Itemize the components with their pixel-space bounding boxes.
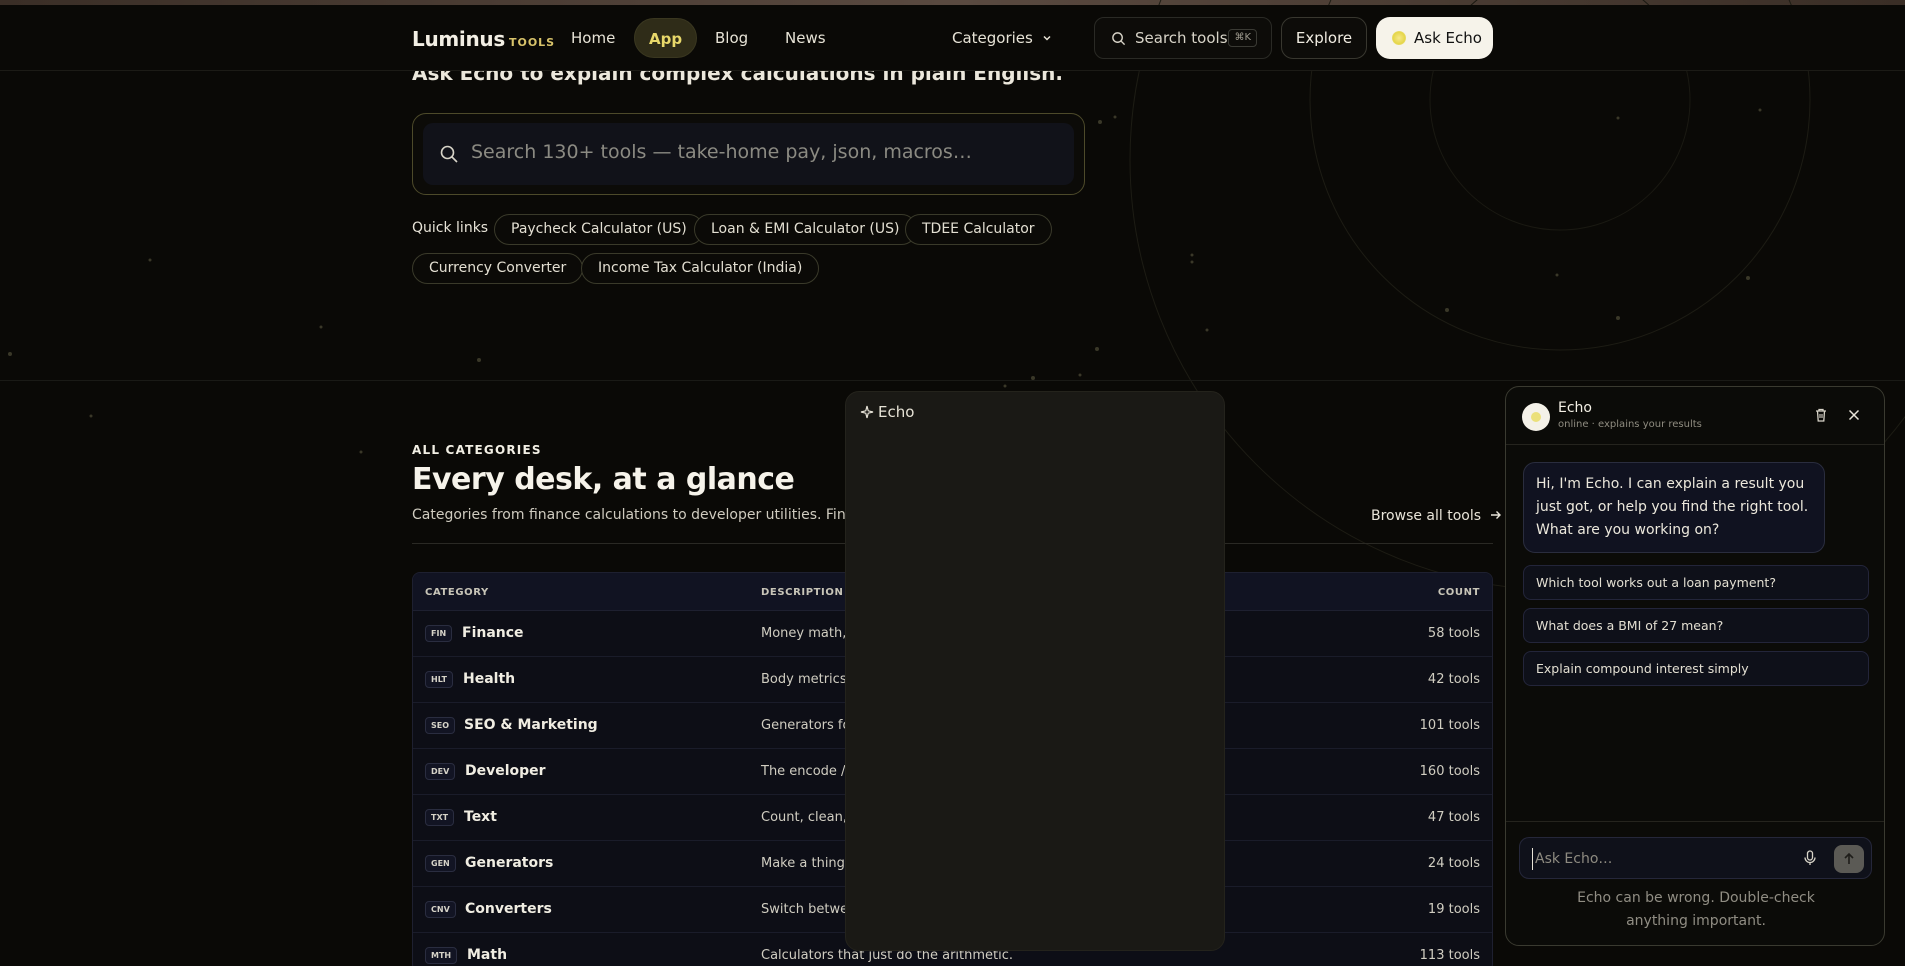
nav-home[interactable]: Home	[557, 18, 629, 58]
arrow-up-icon	[1844, 852, 1854, 864]
brand-name: Luminus	[412, 27, 505, 51]
category-code: GEN	[425, 855, 456, 872]
close-icon[interactable]	[1846, 407, 1862, 423]
nav-categories-label: Categories	[952, 29, 1033, 47]
quick-link-paycheck[interactable]: Paycheck Calculator (US)	[494, 214, 704, 245]
nav-categories[interactable]: Categories	[938, 18, 1066, 58]
hero-search-placeholder: Search 130+ tools — take-home pay, json,…	[471, 141, 972, 163]
keyboard-shortcut-badge: ⌘K	[1228, 29, 1257, 47]
brand-logo[interactable]: Luminus TOOLS	[412, 27, 555, 51]
browse-all-label: Browse all tools	[1371, 508, 1482, 524]
nav-echo[interactable]: Echo	[845, 391, 1225, 951]
category-count: 58 tools	[1427, 626, 1480, 641]
category-count: 113 tools	[1419, 948, 1480, 963]
suggestion-bmi[interactable]: What does a BMI of 27 mean?	[1523, 608, 1869, 643]
category-code: HLT	[425, 671, 453, 688]
nav-search-button[interactable]: Search tools ⌘K	[1094, 17, 1272, 59]
section-title: Every desk, at a glance	[412, 462, 795, 497]
hero-search: Search 130+ tools — take-home pay, json,…	[412, 113, 1085, 195]
echo-status: online · explains your results	[1558, 419, 1702, 430]
echo-input-box	[1519, 837, 1872, 879]
quick-links-label: Quick links	[412, 220, 489, 236]
category-code: SEO	[425, 717, 456, 734]
category-count: 42 tools	[1427, 672, 1480, 687]
quick-link-income-tax[interactable]: Income Tax Calculator (India)	[581, 253, 820, 284]
category-name: Math	[467, 947, 508, 963]
sparkle-icon	[860, 405, 874, 419]
echo-header: Echo online · explains your results	[1506, 387, 1884, 445]
nav-app[interactable]: App	[634, 18, 698, 58]
category-count: 101 tools	[1419, 718, 1480, 733]
category-code: CNV	[425, 901, 456, 918]
echo-greeting-bubble: Hi, I'm Echo. I can explain a result you…	[1523, 462, 1825, 553]
quick-link-tdee[interactable]: TDEE Calculator	[905, 214, 1052, 245]
nav-echo-label: Echo	[878, 403, 915, 421]
category-name: Converters	[465, 901, 552, 917]
search-icon	[440, 145, 458, 163]
nav-search-label: Search tools	[1135, 29, 1228, 47]
category-count: 19 tools	[1427, 902, 1480, 917]
category-code: DEV	[425, 763, 456, 780]
category-name: Generators	[465, 855, 554, 871]
explore-button[interactable]: Explore	[1281, 17, 1367, 59]
category-name: SEO & Marketing	[464, 717, 598, 733]
nav-news[interactable]: News	[771, 18, 840, 58]
category-code: MTH	[425, 947, 458, 964]
echo-chat-panel: Echo online · explains your results Hi, …	[1505, 386, 1885, 946]
echo-orb-icon	[1392, 31, 1406, 45]
quick-link-currency[interactable]: Currency Converter	[412, 253, 584, 284]
suggestion-compound-interest[interactable]: Explain compound interest simply	[1523, 651, 1869, 686]
chevron-down-icon	[1043, 35, 1051, 41]
arrow-right-icon	[1490, 511, 1501, 519]
browse-all-link[interactable]: Browse all tools	[1371, 508, 1502, 524]
section-divider	[0, 380, 1905, 381]
nav-blog[interactable]: Blog	[701, 18, 762, 58]
category-count: 47 tools	[1427, 810, 1480, 825]
top-navbar: Luminus TOOLS Home App Blog News Echo Cat…	[0, 5, 1905, 951]
category-count: 160 tools	[1419, 764, 1480, 779]
header-category: CATEGORY	[425, 587, 489, 598]
brand-suffix: TOOLS	[508, 36, 556, 49]
header-description: DESCRIPTION	[761, 587, 844, 598]
category-count: 24 tools	[1427, 856, 1480, 871]
quick-link-loan-emi[interactable]: Loan & EMI Calculator (US)	[694, 214, 917, 245]
send-button[interactable]	[1834, 845, 1864, 873]
header-count: COUNT	[1437, 587, 1480, 598]
category-name: Text	[464, 809, 497, 825]
category-name: Finance	[462, 625, 524, 641]
echo-disclaimer: Echo can be wrong. Double-check anything…	[1577, 890, 1815, 929]
hero-search-input[interactable]: Search 130+ tools — take-home pay, json,…	[423, 123, 1074, 185]
category-code: TXT	[425, 809, 455, 826]
trash-icon[interactable]	[1813, 407, 1829, 423]
ask-echo-button[interactable]: Ask Echo	[1376, 17, 1493, 59]
suggestion-loan-payment[interactable]: Which tool works out a loan payment?	[1523, 565, 1869, 600]
search-icon	[1112, 32, 1126, 46]
category-code: FIN	[425, 625, 453, 642]
microphone-icon[interactable]	[1803, 850, 1817, 866]
echo-message-input[interactable]	[1532, 848, 1792, 870]
section-eyebrow: ALL CATEGORIES	[412, 443, 542, 457]
echo-input-divider	[1506, 821, 1884, 822]
category-name: Developer	[465, 763, 546, 779]
echo-name: Echo	[1558, 400, 1592, 416]
echo-avatar	[1522, 403, 1550, 431]
category-name: Health	[463, 671, 516, 687]
ask-echo-label: Ask Echo	[1414, 29, 1482, 47]
